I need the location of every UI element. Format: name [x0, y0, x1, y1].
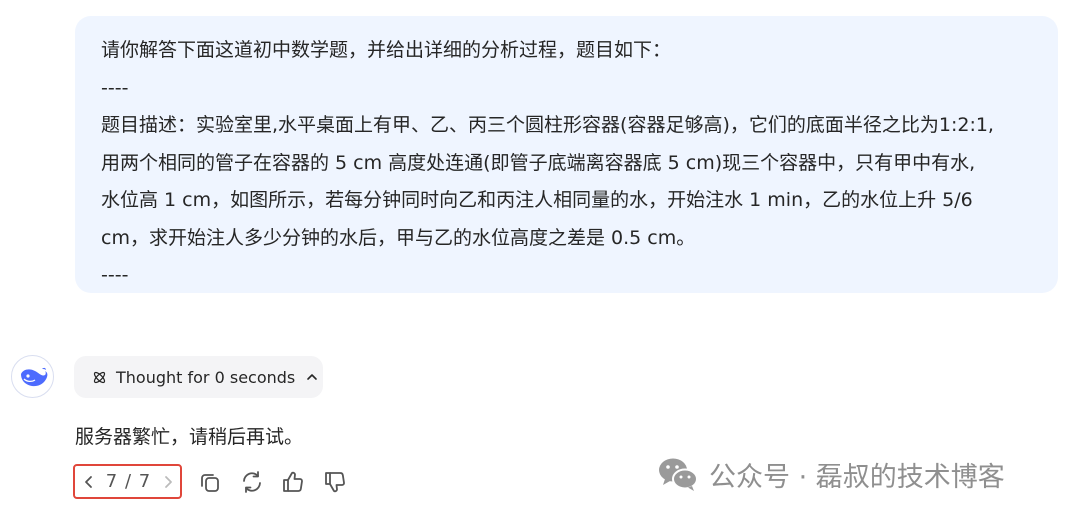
pager-count: 7 / 7	[105, 471, 152, 492]
wechat-icon	[659, 458, 698, 491]
atom-icon	[93, 371, 106, 383]
user-message-line: 请你解答下面这道初中数学题，并给出详细的分析过程，题目如下：	[101, 39, 672, 61]
user-message-bubble: 请你解答下面这道初中数学题，并给出详细的分析过程，题目如下： ---- 题目描述…	[75, 16, 1058, 293]
chevron-left-icon[interactable]	[83, 474, 95, 490]
user-message-line: 水位高 1 cm，如图所示，若每分钟同时向乙和丙注人相同量的水，开始注水 1 m…	[101, 189, 973, 211]
user-message-line: ----	[101, 76, 129, 99]
watermark-text: 公众号 · 磊叔的技术博客	[709, 461, 1005, 493]
assistant-avatar	[11, 355, 54, 398]
thumbs-down-icon[interactable]	[322, 468, 348, 496]
chevron-right-icon[interactable]	[162, 474, 174, 490]
assistant-reply-text: 服务器繁忙，请稍后再试。	[75, 426, 304, 448]
thought-toggle-button[interactable]: Thought for 0 seconds	[74, 356, 323, 398]
user-message-line: 题目描述：实验室里,水平桌面上有甲、乙、丙三个圆柱形容器(容器足够高)，它们的底…	[101, 114, 994, 136]
regenerate-icon[interactable]	[239, 468, 265, 496]
user-message-line: ----	[101, 264, 129, 286]
user-message-line: 用两个相同的管子在容器的 5 cm 高度处连通(即管子底端离容器底 5 cm)现…	[101, 151, 976, 174]
deepseek-whale-icon	[20, 367, 47, 386]
thought-label: Thought for 0 seconds	[116, 367, 296, 387]
user-message-line: cm，求开始注人多少分钟的水后，甲与乙的水位高度之差是 0.5 cm。	[101, 226, 696, 249]
response-pager: 7 / 7	[73, 464, 182, 499]
thumbs-up-icon[interactable]	[280, 468, 306, 496]
chevron-up-icon	[306, 371, 318, 383]
copy-icon[interactable]	[197, 468, 223, 496]
watermark: 公众号 · 磊叔的技术博客	[657, 454, 1005, 494]
